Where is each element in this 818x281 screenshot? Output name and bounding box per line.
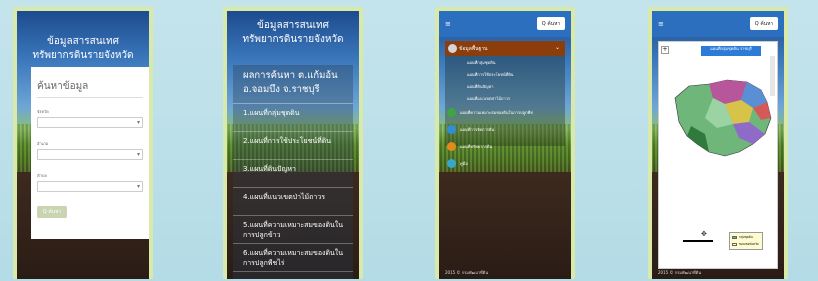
result-item[interactable]: 5.แผนที่ความเหมาะสมของดินในการปลูกข้าว bbox=[233, 216, 353, 244]
footer: 2015 © กรมพัฒนาที่ดิน bbox=[658, 270, 702, 275]
menu-item-label: แผนที่การจัดการดิน bbox=[460, 127, 495, 132]
app-title-line2: ทรัพยากรดินรายจังหวัด bbox=[32, 50, 134, 61]
province-map bbox=[674, 79, 772, 157]
results-panel: ผลการค้นหา ต.แก้มอ้น อ.จอมบึง จ.ราชบุรี … bbox=[233, 65, 353, 279]
legend-item: ขอบเขตจังหวัด bbox=[732, 242, 760, 247]
legend-swatch bbox=[732, 243, 737, 246]
menu-item[interactable]: แผนที่ความเหมาะสมของดินในการปลูกพืช bbox=[445, 104, 565, 121]
north-arrow-icon: ✥ bbox=[701, 230, 707, 238]
scale-bar bbox=[683, 240, 713, 242]
menu-item[interactable]: แผนที่ทรัพยากรดิน bbox=[445, 138, 565, 155]
app-title-line1: ข้อมูลสารสนเทศ bbox=[257, 20, 329, 31]
result-item[interactable]: 6.แผนที่ความเหมาะสมของดินในการปลูกพืชไร่ bbox=[233, 244, 353, 272]
screen-4: ≡ Q ค้นหา + แผนที่กลุ่มชุดดิน ราชบุรี ✥ … bbox=[652, 11, 784, 279]
side-menu: ข้อมูลพื้นฐาน ⌄ แผนที่กลุ่มชุดดิน แผนที่… bbox=[445, 41, 565, 168]
screen-3: ≡ Q ค้นหา ข้อมูลพื้นฐาน ⌄ แผนที่กลุ่มชุด… bbox=[439, 11, 571, 279]
soil-bg bbox=[439, 171, 571, 279]
search-card: ค้นหาข้อมูล จังหวัด อำเภอ ตำบล Q ค้นหา bbox=[31, 67, 149, 239]
menu-item[interactable]: แผนที่การจัดการดิน bbox=[445, 121, 565, 138]
submenu-item[interactable]: แผนที่การใช้ประโยชน์ที่ดิน bbox=[445, 68, 565, 80]
results-line1: ผลการค้นหา ต.แก้มอ้น bbox=[243, 70, 338, 81]
app-title-line2: ทรัพยากรดินรายจังหวัด bbox=[242, 34, 344, 45]
results-header: ผลการค้นหา ต.แก้มอ้น อ.จอมบึง จ.ราชบุรี bbox=[233, 65, 353, 104]
submenu-item[interactable]: แผนที่กลุ่มชุดดิน bbox=[445, 56, 565, 68]
province-select[interactable] bbox=[37, 117, 143, 128]
map-viewer[interactable]: + แผนที่กลุ่มชุดดิน ราชบุรี ✥ กลุ่มชุดดิ… bbox=[658, 41, 778, 269]
top-bar: ≡ Q ค้นหา bbox=[439, 11, 571, 37]
legend-swatch bbox=[732, 236, 737, 239]
menu-header[interactable]: ข้อมูลพื้นฐาน ⌄ bbox=[445, 41, 565, 56]
legend-label: ขอบเขตจังหวัด bbox=[739, 242, 759, 246]
card-title: ค้นหาข้อมูล bbox=[37, 79, 143, 98]
phone-menu: ≡ Q ค้นหา ข้อมูลพื้นฐาน ⌄ แผนที่กลุ่มชุด… bbox=[435, 7, 575, 279]
menu-item-label: แผนที่ทรัพยากรดิน bbox=[460, 144, 493, 149]
submenu-item[interactable]: แผนที่แนวเขตป่าไม้ถาวร bbox=[445, 92, 565, 104]
subdistrict-select[interactable] bbox=[37, 181, 143, 192]
map-title: แผนที่กลุ่มชุดดิน ราชบุรี bbox=[701, 46, 761, 56]
legend-label: กลุ่มชุดดิน bbox=[739, 235, 753, 239]
submenu-item[interactable]: แผนที่ดินปัญหา bbox=[445, 80, 565, 92]
chevron-down-icon: ⌄ bbox=[554, 44, 560, 51]
province-label: จังหวัด bbox=[37, 109, 49, 114]
book-icon bbox=[447, 159, 456, 168]
legend-item: กลุ่มชุดดิน bbox=[732, 235, 760, 240]
zoom-in-button[interactable]: + bbox=[661, 46, 669, 54]
district-select[interactable] bbox=[37, 149, 143, 160]
district-label: อำเภอ bbox=[37, 141, 49, 146]
result-item[interactable]: 3.แผนที่ดินปัญหา bbox=[233, 160, 353, 188]
top-bar: ≡ Q ค้นหา bbox=[652, 11, 784, 37]
menu-item-label: แผนที่ความเหมาะสมของดินในการปลูกพืช bbox=[460, 110, 533, 115]
phone-map: ≡ Q ค้นหา + แผนที่กลุ่มชุดดิน ราชบุรี ✥ … bbox=[648, 7, 788, 279]
result-item[interactable]: 1.แผนที่กลุ่มชุดดิน bbox=[233, 104, 353, 132]
screen-2: ข้อมูลสารสนเทศ ทรัพยากรดินรายจังหวัด ผลก… bbox=[227, 11, 359, 279]
globe-icon bbox=[448, 44, 457, 53]
result-item[interactable]: 2.แผนที่การใช้ประโยชน์ที่ดิน bbox=[233, 132, 353, 160]
map-legend: กลุ่มชุดดิน ขอบเขตจังหวัด bbox=[729, 232, 763, 250]
search-button[interactable]: Q ค้นหา bbox=[750, 17, 778, 30]
search-button[interactable]: Q ค้นหา bbox=[37, 206, 67, 218]
leaf-icon bbox=[447, 108, 456, 117]
menu-icon[interactable]: ≡ bbox=[658, 20, 664, 28]
phone-results: ข้อมูลสารสนเทศ ทรัพยากรดินรายจังหวัด ผลก… bbox=[223, 7, 363, 279]
result-item[interactable]: 4.แผนที่แนวเขตป่าไม้ถาวร bbox=[233, 188, 353, 216]
footer: 2015 © กรมพัฒนาที่ดิน bbox=[445, 270, 489, 275]
results-line2: อ.จอมบึง จ.ราชบุรี bbox=[243, 84, 320, 95]
layers-icon bbox=[447, 142, 456, 151]
subdistrict-label: ตำบล bbox=[37, 173, 47, 178]
menu-item[interactable]: คู่มือ bbox=[445, 155, 565, 172]
app-title-line1: ข้อมูลสารสนเทศ bbox=[47, 36, 119, 47]
search-button[interactable]: Q ค้นหา bbox=[537, 17, 565, 30]
menu-item-label: คู่มือ bbox=[460, 161, 468, 166]
tool-icon bbox=[447, 125, 456, 134]
menu-header-label: ข้อมูลพื้นฐาน bbox=[459, 45, 488, 52]
menu-icon[interactable]: ≡ bbox=[445, 20, 451, 28]
